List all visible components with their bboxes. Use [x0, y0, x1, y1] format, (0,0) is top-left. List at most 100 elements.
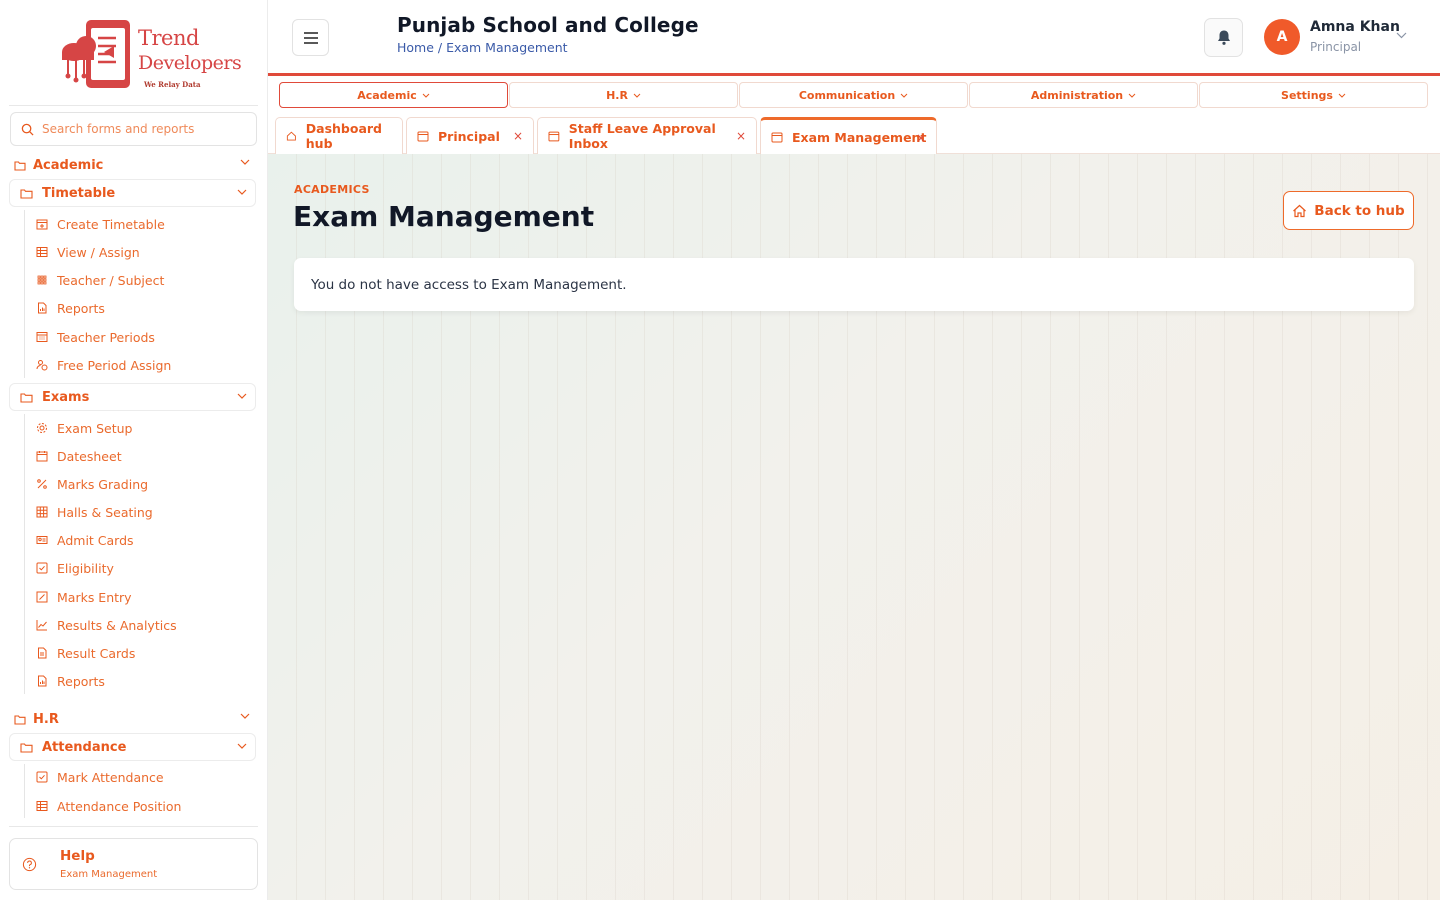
chevron-down-icon	[633, 93, 641, 98]
menu-toggle-button[interactable]	[292, 19, 329, 56]
bell-icon	[1217, 30, 1230, 45]
sidebar-section-label: Exams	[42, 389, 90, 405]
sidebar-item-label: Reports	[57, 300, 105, 316]
sidebar-item-marks-entry[interactable]: Marks Entry	[36, 587, 132, 607]
folder-icon	[20, 742, 33, 753]
back-to-hub-button[interactable]: Back to hub	[1283, 191, 1414, 230]
sidebar-search[interactable]	[10, 112, 257, 146]
tab-exam-management[interactable]: Exam Management ×	[760, 117, 937, 154]
sidebar-item-free-period-assign[interactable]: Free Period Assign	[36, 355, 171, 375]
module-hr[interactable]: H.R	[509, 82, 738, 108]
chevron-down-icon	[237, 189, 247, 195]
module-settings[interactable]: Settings	[1199, 82, 1428, 108]
sidebar-item-label: Teacher Periods	[57, 329, 155, 345]
sidebar-item-label: Marks Entry	[57, 589, 132, 605]
folder-icon	[20, 188, 33, 199]
brand-name-line2: Developers	[138, 52, 242, 74]
chevron-down-icon	[237, 393, 247, 399]
sidebar-item-attendance-position[interactable]: Attendance Position	[36, 796, 181, 816]
sidebar-item-eligibility[interactable]: Eligibility	[36, 558, 114, 578]
sidebar-item-mark-attendance[interactable]: Mark Attendance	[36, 767, 164, 787]
close-icon[interactable]: ×	[513, 129, 523, 143]
sidebar-item-label: Mark Attendance	[57, 769, 164, 785]
sidebar-item-teacher-periods[interactable]: Teacher Periods	[36, 327, 155, 347]
sidebar-item-label: Marks Grading	[57, 476, 149, 492]
sidebar-item-label: Results & Analytics	[57, 617, 177, 633]
sidebar-section-label: Attendance	[42, 739, 127, 755]
sidebar-group-hr[interactable]: H.R	[14, 709, 254, 729]
sidebar-group-label: Academic	[33, 157, 104, 173]
sidebar-item-results-analytics[interactable]: Results & Analytics	[36, 615, 177, 635]
tab-staff-leave-approval-inbox[interactable]: Staff Leave Approval Inbox ×	[537, 117, 757, 154]
phone-cloud-logo-icon	[62, 20, 130, 88]
sidebar-item-label: Exam Setup	[57, 420, 133, 436]
sidebar-item-halls-seating[interactable]: Halls & Seating	[36, 502, 153, 522]
grid-icon	[36, 506, 48, 518]
id-card-icon	[36, 536, 48, 544]
sidebar-item-label: Free Period Assign	[57, 357, 172, 373]
report-icon	[38, 675, 47, 687]
tab-bar: Dashboard hub Principal × Staff Leave Ap…	[268, 112, 1440, 154]
access-denied-message: You do not have access to Exam Managemen…	[294, 258, 1414, 311]
sidebar-item-result-cards[interactable]: Result Cards	[36, 643, 135, 663]
sidebar-item-exam-reports[interactable]: Reports	[36, 671, 105, 691]
sidebar-section-timetable[interactable]: Timetable	[9, 179, 256, 207]
module-administration[interactable]: Administration	[969, 82, 1198, 108]
tree-line	[24, 414, 25, 694]
sidebar-section-label: Timetable	[42, 185, 116, 201]
module-academic[interactable]: Academic	[279, 82, 508, 108]
sidebar-section-exams[interactable]: Exams	[9, 383, 256, 411]
close-icon[interactable]: ×	[736, 129, 746, 143]
sidebar-item-datesheet[interactable]: Datesheet	[36, 446, 122, 466]
gear-icon	[37, 423, 47, 433]
report-icon	[38, 302, 47, 314]
sidebar-item-label: Eligibility	[57, 560, 114, 576]
notifications-button[interactable]	[1204, 18, 1243, 57]
tab-dashboard-hub[interactable]: Dashboard hub	[275, 117, 403, 154]
sidebar-item-label: Admit Cards	[57, 532, 134, 548]
school-name: Punjab School and College	[397, 13, 699, 37]
page-eyebrow: ACADEMICS	[294, 183, 370, 196]
tab-label: Exam Management	[792, 129, 927, 145]
close-icon[interactable]: ×	[916, 131, 926, 145]
breadcrumb[interactable]: Home / Exam Management	[397, 40, 568, 55]
sidebar-item-teacher-subject[interactable]: Teacher / Subject	[36, 270, 164, 290]
chevron-down-icon	[1128, 93, 1136, 98]
help-circle-icon	[22, 857, 37, 872]
sidebar-item-admit-cards[interactable]: Admit Cards	[36, 530, 134, 550]
search-input[interactable]	[42, 122, 242, 136]
avatar[interactable]: A	[1264, 19, 1300, 55]
sidebar-item-reports[interactable]: Reports	[36, 298, 105, 318]
document-icon	[38, 647, 47, 659]
sidebar-item-exam-setup[interactable]: Exam Setup	[36, 418, 133, 438]
chevron-down-icon	[240, 713, 250, 719]
user-role: Principal	[1310, 40, 1362, 54]
home-icon	[1293, 204, 1307, 217]
tab-principal[interactable]: Principal ×	[406, 117, 534, 154]
percent-icon	[37, 479, 47, 489]
grid-icon	[37, 275, 47, 285]
table-icon	[36, 801, 48, 811]
module-label: H.R	[606, 88, 628, 102]
back-to-hub-label: Back to hub	[1314, 202, 1405, 219]
sidebar-item-view-assign[interactable]: View / Assign	[36, 242, 140, 262]
brand-logo[interactable]: Trend Developers We Relay Data	[58, 18, 242, 92]
tab-label: Staff Leave Approval Inbox	[568, 121, 716, 151]
sidebar-item-marks-grading[interactable]: Marks Grading	[36, 474, 148, 494]
folder-icon	[14, 714, 26, 725]
help-subtitle: Exam Management	[60, 869, 158, 880]
chevron-down-icon[interactable]	[1396, 32, 1407, 39]
module-communication[interactable]: Communication	[739, 82, 968, 108]
module-label: Administration	[1030, 88, 1124, 102]
module-label: Settings	[1281, 88, 1333, 102]
sidebar-item-create-timetable[interactable]: Create Timetable	[36, 214, 165, 234]
home-icon	[286, 131, 296, 141]
chevron-down-icon	[237, 743, 247, 749]
sidebar-group-academic[interactable]: Academic	[14, 155, 254, 175]
help-panel[interactable]: Help Exam Management	[9, 838, 258, 890]
sidebar-divider	[9, 105, 258, 106]
user-name[interactable]: Amna Khan	[1310, 19, 1400, 35]
sidebar-section-attendance[interactable]: Attendance	[9, 733, 256, 761]
sidebar-divider	[9, 826, 258, 827]
top-header: Punjab School and College Home / Exam Ma…	[268, 0, 1440, 76]
